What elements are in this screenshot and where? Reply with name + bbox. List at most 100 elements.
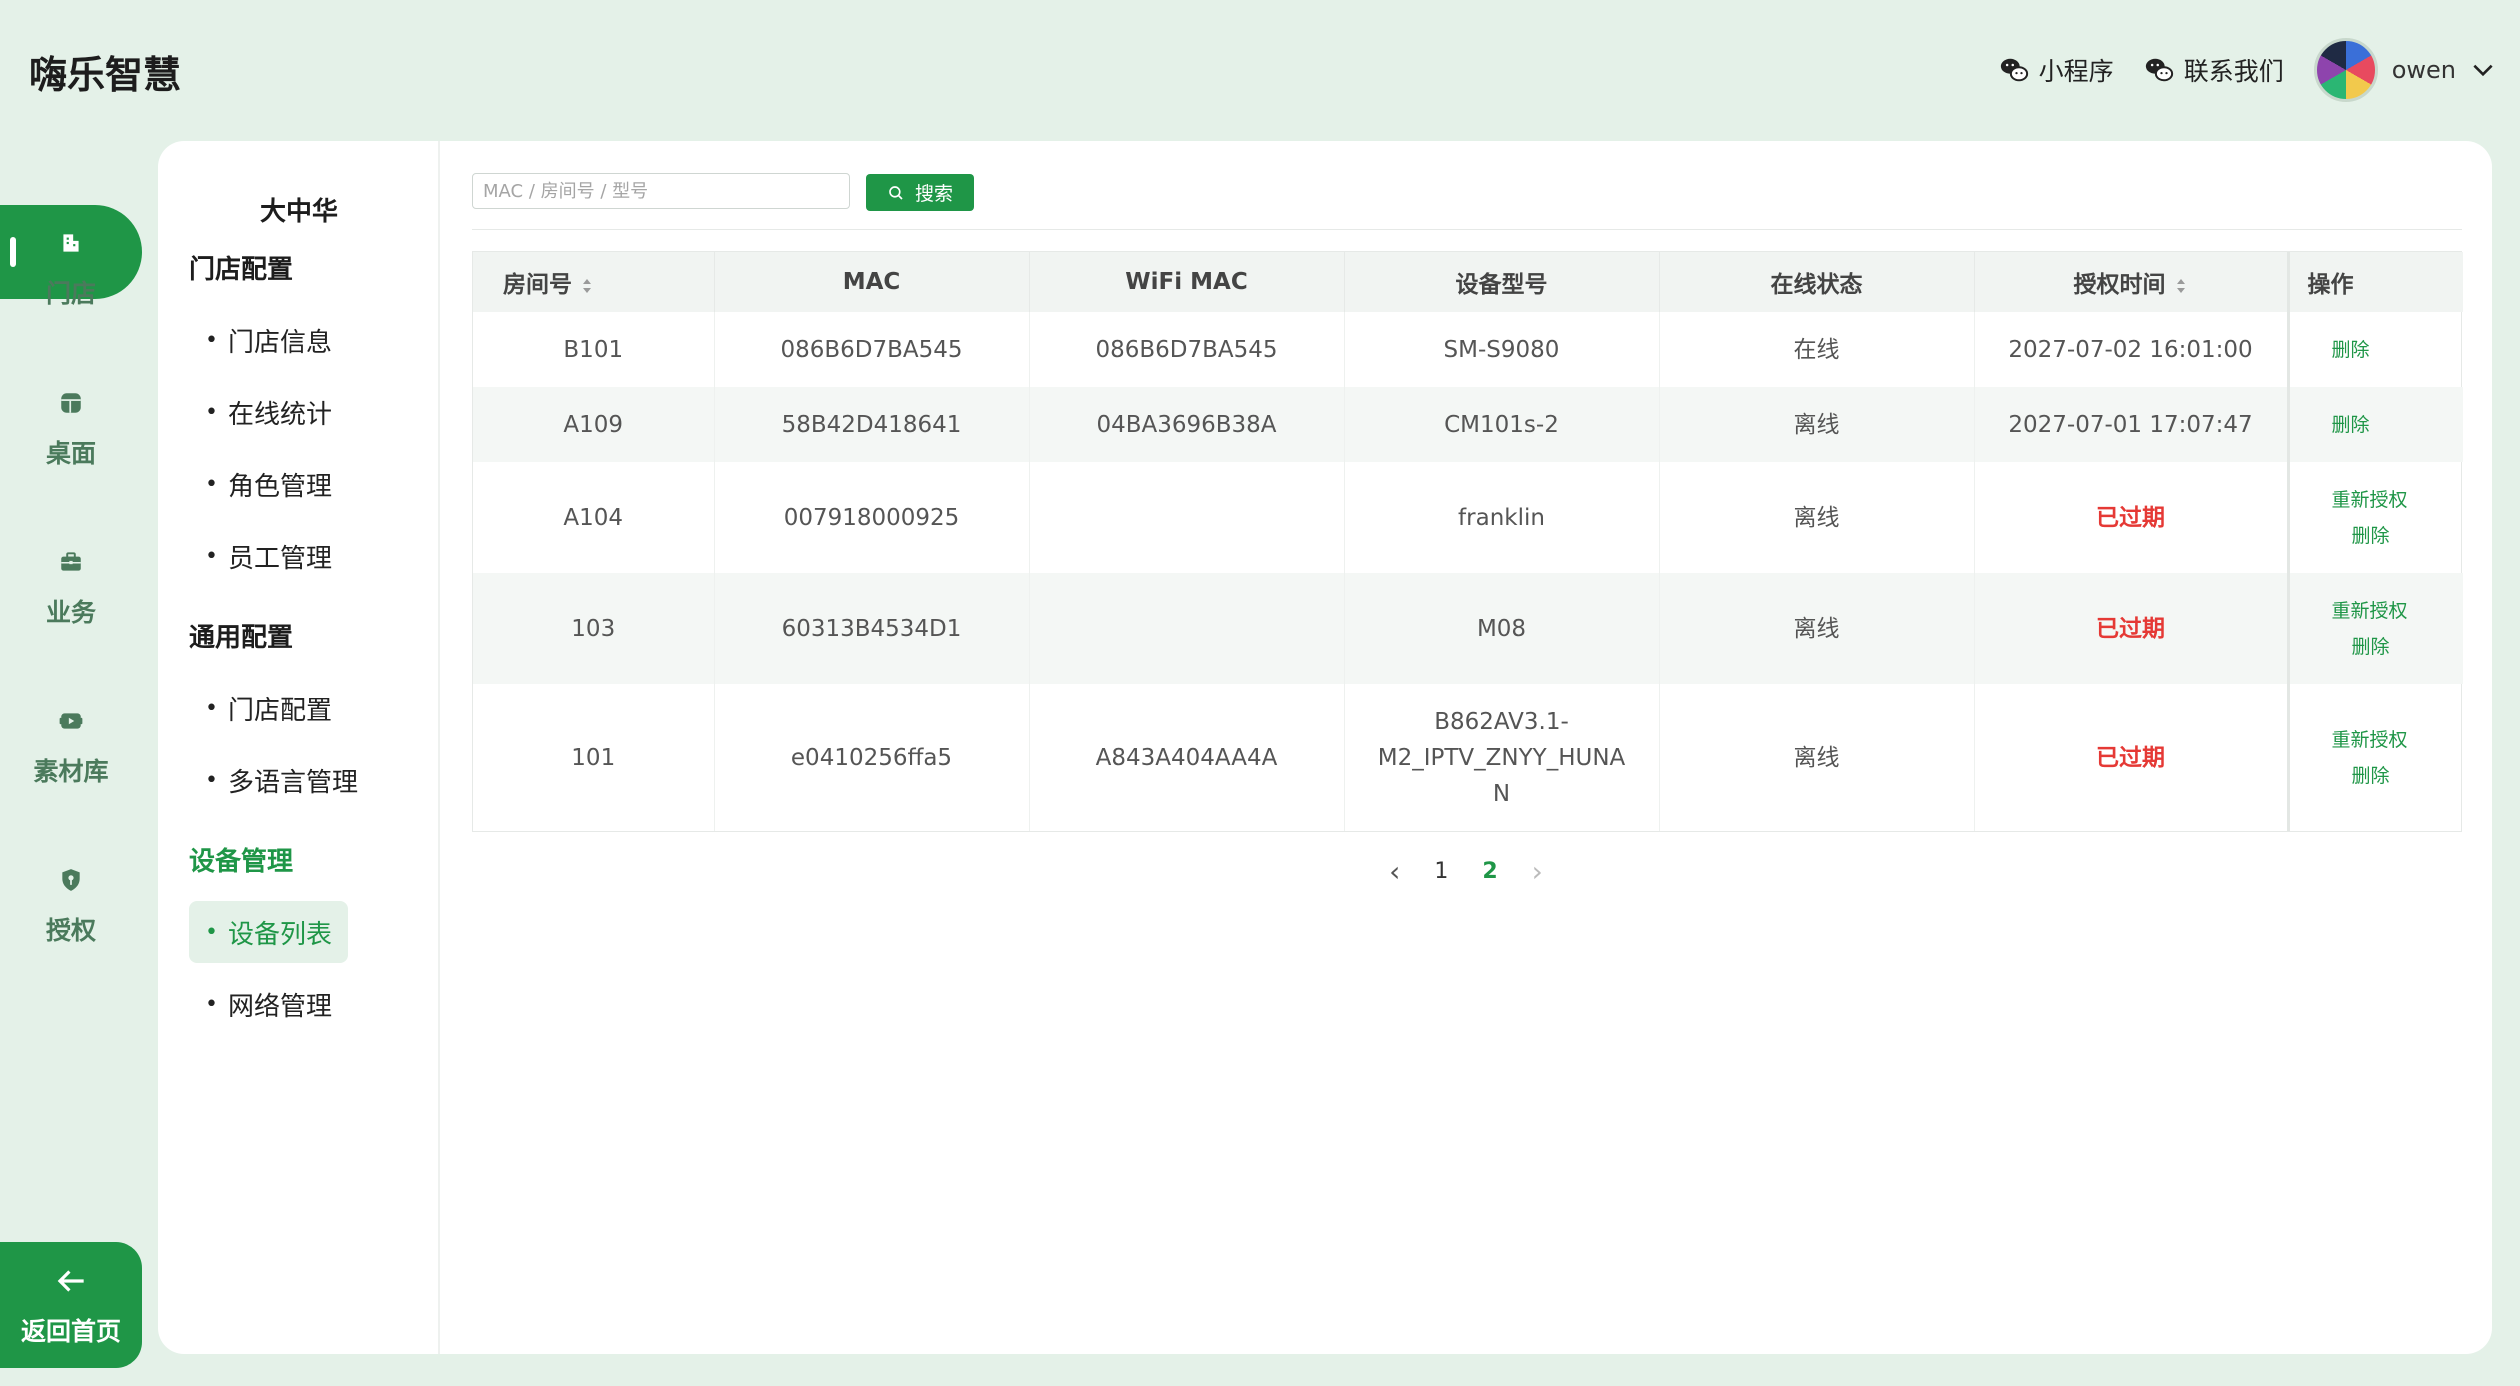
device-table: 房间号 MAC WiFi MAC 设备型号 在线状态 授权时间 操作 B101 …	[472, 251, 2464, 832]
sub-item-store-info[interactable]: • 门店信息	[189, 309, 348, 371]
delete-button[interactable]: 删除	[2332, 332, 2464, 368]
sub-menu: 大中华 门店配置 • 门店信息 • 在线统计 • 角色管理 • 员工管理 通用配置 • 门…	[158, 141, 440, 1354]
main-panel: 大中华 门店配置 • 门店信息 • 在线统计 • 角色管理 • 员工管理 通用配置 • 门…	[158, 141, 2492, 1354]
next-page-button[interactable]: ›	[1532, 855, 1543, 888]
cell-room: 103	[473, 573, 715, 684]
bullet: •	[205, 991, 218, 1017]
delete-button[interactable]: 删除	[2332, 758, 2464, 794]
sort-icon[interactable]	[580, 276, 594, 296]
sub-item-label: 在线统计	[227, 399, 332, 430]
rail-label-media: 素材库	[33, 757, 109, 786]
search-button[interactable]: 搜索	[866, 174, 974, 211]
search-input[interactable]	[472, 173, 850, 209]
cell-room: 101	[473, 684, 715, 831]
cell-auth-time: 已过期	[1974, 462, 2289, 573]
column-header-room[interactable]: 房间号	[473, 252, 715, 312]
wechat-icon	[2000, 58, 2028, 82]
reauthorize-button[interactable]: 重新授权	[2332, 482, 2464, 518]
cell-mac: 58B42D418641	[714, 387, 1030, 462]
rail-item-desktop[interactable]: 桌面	[0, 360, 142, 470]
rail-label-desktop: 桌面	[45, 439, 96, 468]
bullet: •	[205, 543, 218, 569]
sub-item-online-stats[interactable]: • 在线统计	[189, 381, 348, 443]
cell-auth-time: 2027-07-02 16:01:00	[1974, 312, 2289, 387]
cell-auth-time: 已过期	[1974, 684, 2289, 831]
rail-item-store[interactable]: 门店	[0, 200, 142, 310]
column-header-auth-time[interactable]: 授权时间	[1974, 252, 2289, 312]
column-header-actions: 操作	[2286, 252, 2463, 312]
cell-room: A109	[473, 387, 715, 462]
app-title: 嗨乐智慧	[29, 53, 182, 97]
column-header-mac: MAC	[714, 252, 1030, 312]
divider	[472, 229, 2462, 230]
cell-wifi-mac	[1029, 573, 1345, 684]
user-menu[interactable]: owen	[2313, 38, 2496, 102]
cell-wifi-mac: A843A404AA4A	[1029, 684, 1345, 831]
reauthorize-button[interactable]: 重新授权	[2332, 722, 2464, 758]
cell-actions: 重新授权 删除	[2286, 462, 2464, 573]
sub-item-staff-management[interactable]: • 员工管理	[189, 525, 348, 587]
sub-item-label: 多语言管理	[227, 767, 358, 798]
avatar	[2313, 38, 2378, 102]
column-label: 授权时间	[2073, 272, 2166, 298]
chevron-down-icon	[2473, 64, 2493, 77]
column-header-model: 设备型号	[1344, 252, 1660, 312]
group-title-general-config: 通用配置	[189, 623, 294, 653]
cell-model: SM-S9080	[1344, 312, 1660, 387]
bullet: •	[205, 327, 218, 353]
table-row: A109 58B42D418641 04BA3696B38A CM101s-2 …	[473, 387, 2463, 462]
reauthorize-button[interactable]: 重新授权	[2332, 593, 2464, 629]
cell-status: 离线	[1659, 573, 1975, 684]
table-row: 103 60313B4534D1 M08 离线 已过期 重新授权 删除	[473, 573, 2463, 684]
bullet: •	[205, 767, 218, 793]
rail-item-business[interactable]: 业务	[0, 519, 142, 629]
column-label: 房间号	[503, 272, 572, 298]
group-title-store-config: 门店配置	[189, 255, 294, 285]
delete-button[interactable]: 删除	[2332, 518, 2464, 554]
top-bar: 嗨乐智慧 小程序 联系我们 owen	[0, 0, 2520, 140]
cell-model: B862AV3.1- M2_IPTV_ZNYY_HUNA N	[1344, 684, 1660, 831]
rail-item-media[interactable]: 素材库	[0, 678, 142, 788]
cell-mac: e0410256ffa5	[714, 684, 1030, 831]
page-1-button[interactable]: 1	[1434, 859, 1448, 884]
column-header-wifi-mac: WiFi MAC	[1029, 252, 1345, 312]
delete-button[interactable]: 删除	[2332, 407, 2464, 443]
cell-actions: 重新授权 删除	[2286, 684, 2464, 831]
column-header-status: 在线状态	[1659, 252, 1975, 312]
sort-icon[interactable]	[2174, 276, 2188, 296]
cell-room: A104	[473, 462, 715, 573]
sub-item-role-management[interactable]: • 角色管理	[189, 453, 348, 515]
briefcase-icon	[61, 552, 81, 571]
back-home-label: 返回首页	[20, 1317, 121, 1346]
cell-actions: 删除	[2286, 387, 2464, 462]
sub-item-general-store-config[interactable]: • 门店配置	[189, 677, 348, 739]
cell-auth-time: 2027-07-01 17:07:47	[1974, 387, 2289, 462]
contact-us-link[interactable]: 联系我们	[2144, 52, 2284, 88]
content-area: 搜索 房间号 MAC WiFi MAC 设备型号 在线状态 授权时间 操作	[440, 141, 2492, 1354]
rail-item-authorization[interactable]: 授权	[0, 837, 142, 947]
group-title-device-management: 设备管理	[189, 847, 294, 877]
page-2-button[interactable]: 2	[1482, 859, 1497, 884]
back-home-button[interactable]: 返回首页	[0, 1242, 142, 1368]
sub-item-label: 门店配置	[227, 695, 332, 726]
rail-label-business: 业务	[45, 598, 96, 627]
sub-item-label: 门店信息	[227, 327, 332, 358]
wechat-icon	[2145, 58, 2173, 82]
sub-item-device-list[interactable]: • 设备列表	[189, 901, 348, 963]
delete-button[interactable]: 删除	[2332, 629, 2464, 665]
prev-page-button[interactable]: ‹	[1389, 855, 1400, 888]
arrow-left-icon	[57, 1270, 84, 1292]
cell-model: franklin	[1344, 462, 1660, 573]
mini-program-link[interactable]: 小程序	[1999, 52, 2114, 88]
username: owen	[2391, 56, 2456, 84]
sub-item-language-management[interactable]: • 多语言管理	[189, 749, 374, 811]
sub-item-label: 角色管理	[227, 471, 332, 502]
cell-actions: 删除	[2286, 312, 2464, 387]
cell-status: 离线	[1659, 462, 1975, 573]
desktop-icon	[61, 393, 81, 413]
bullet: •	[205, 919, 218, 945]
sub-item-network-management[interactable]: • 网络管理	[189, 973, 348, 1035]
cell-wifi-mac: 04BA3696B38A	[1029, 387, 1345, 462]
search-icon	[889, 185, 903, 200]
bullet: •	[205, 399, 218, 425]
